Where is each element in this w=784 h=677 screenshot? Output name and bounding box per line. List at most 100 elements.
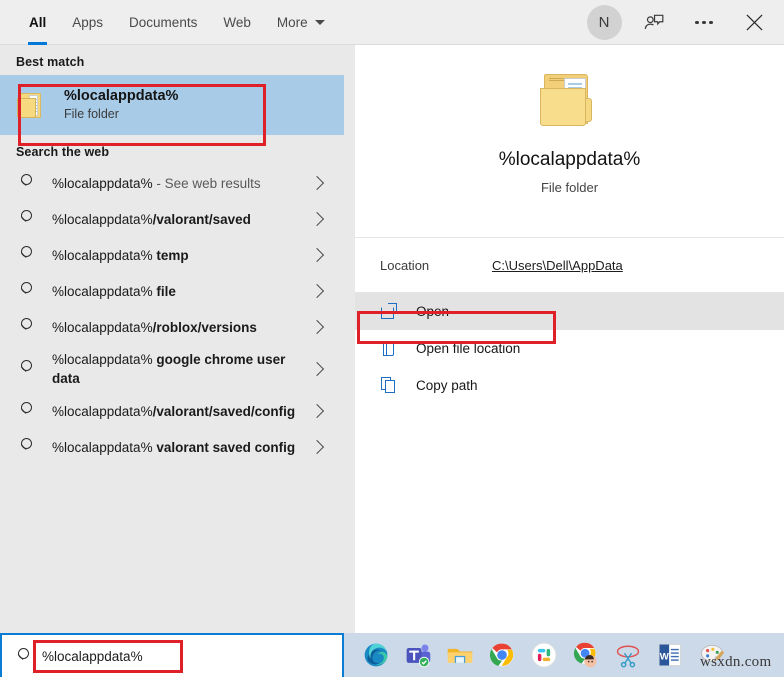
- search-icon: [16, 400, 38, 422]
- taskbar-search-box[interactable]: [0, 633, 344, 677]
- chevron-right-icon: [310, 284, 324, 298]
- web-result-item[interactable]: %localappdata% file: [0, 273, 344, 309]
- search-icon: [16, 358, 38, 380]
- tab-web-label: Web: [223, 15, 251, 30]
- chevron-right-icon: [310, 362, 324, 376]
- best-match-heading: Best match: [0, 45, 344, 75]
- chevron-right-icon: [310, 404, 324, 418]
- chevron-right-icon: [310, 176, 324, 190]
- web-result-suffix: valorant saved config: [153, 440, 296, 455]
- search-the-web-heading: Search the web: [0, 135, 344, 165]
- filter-tabs: All Apps Documents Web More: [16, 0, 338, 45]
- avatar: N: [587, 5, 622, 40]
- tab-more-label: More: [277, 15, 308, 30]
- search-icon: [14, 646, 34, 666]
- web-result-item[interactable]: %localappdata% temp: [0, 237, 344, 273]
- location-row: Location C:\Users\Dell\AppData: [355, 237, 784, 292]
- google-chrome-icon[interactable]: [488, 641, 516, 669]
- web-result-item[interactable]: %localappdata% - See web results: [0, 165, 344, 201]
- web-result-item[interactable]: %localappdata%/roblox/versions: [0, 309, 344, 345]
- folder-icon-large: [538, 70, 602, 128]
- search-icon: [16, 436, 38, 458]
- slack-icon[interactable]: [530, 641, 558, 669]
- search-icon: [16, 316, 38, 338]
- open-file-location-icon: [380, 339, 400, 359]
- windows-search-panel: All Apps Documents Web More N: [0, 0, 784, 633]
- web-results-list: %localappdata% - See web results%localap…: [0, 165, 344, 465]
- action-open-file-location-label: Open file location: [416, 341, 520, 356]
- chevron-down-icon: [315, 20, 325, 25]
- web-result-query: %localappdata%: [52, 404, 153, 419]
- web-result-item[interactable]: %localappdata%/valorant/saved/config: [0, 393, 344, 429]
- tab-documents[interactable]: Documents: [116, 0, 210, 45]
- search-icon: [16, 244, 38, 266]
- web-result-suffix: /valorant/saved: [153, 212, 251, 227]
- preview-pane: %localappdata% File folder Location C:\U…: [355, 45, 784, 633]
- ellipsis-icon[interactable]: [684, 3, 724, 43]
- web-result-label: %localappdata% temp: [52, 246, 312, 265]
- taskbar: W wsxdn.com: [0, 633, 784, 677]
- header-actions: N: [584, 0, 774, 45]
- web-result-item[interactable]: %localappdata% google chrome user data: [0, 345, 344, 393]
- action-open-label: Open: [416, 304, 449, 319]
- web-result-query: %localappdata%: [52, 440, 153, 455]
- web-result-label: %localappdata% file: [52, 282, 312, 301]
- taskbar-app-icons: W: [352, 633, 726, 677]
- search-input[interactable]: [42, 649, 242, 664]
- tab-apps[interactable]: Apps: [59, 0, 116, 45]
- microsoft-word-icon[interactable]: W: [656, 641, 684, 669]
- folder-icon: [16, 90, 48, 120]
- web-result-label: %localappdata% valorant saved config: [52, 438, 312, 457]
- action-open-file-location[interactable]: Open file location: [355, 330, 784, 367]
- search-icon: [16, 208, 38, 230]
- results-list: Best match %localappdata% File folder Se…: [0, 45, 344, 633]
- search-icon: [16, 280, 38, 302]
- web-result-query: %localappdata%: [52, 212, 153, 227]
- best-match-subtitle: File folder: [64, 106, 178, 123]
- account-button[interactable]: N: [584, 3, 624, 43]
- tab-all-label: All: [29, 15, 46, 30]
- web-result-label: %localappdata%/valorant/saved/config: [52, 402, 312, 421]
- close-icon[interactable]: [734, 3, 774, 43]
- web-result-query: %localappdata%: [52, 352, 153, 367]
- action-open[interactable]: Open: [355, 293, 784, 330]
- preview-hero: %localappdata% File folder: [355, 45, 784, 237]
- open-in-new-icon: [380, 302, 400, 322]
- web-result-query: %localappdata%: [52, 176, 153, 191]
- action-copy-path[interactable]: Copy path: [355, 367, 784, 404]
- tab-more[interactable]: More: [264, 0, 338, 45]
- location-link[interactable]: C:\Users\Dell\AppData: [492, 258, 623, 273]
- preview-actions: Open Open file location Copy path: [355, 292, 784, 404]
- web-result-suffix: /roblox/versions: [153, 320, 257, 335]
- tab-all[interactable]: All: [16, 0, 59, 45]
- web-result-item[interactable]: %localappdata%/valorant/saved: [0, 201, 344, 237]
- tab-apps-label: Apps: [72, 15, 103, 30]
- web-result-query: %localappdata%: [52, 248, 153, 263]
- search-filter-header: All Apps Documents Web More N: [0, 0, 784, 45]
- tab-documents-label: Documents: [129, 15, 197, 30]
- web-result-suffix: file: [153, 284, 176, 299]
- microsoft-edge-icon[interactable]: [362, 641, 390, 669]
- web-result-query: %localappdata%: [52, 320, 153, 335]
- web-result-suffix: /valorant/saved/config: [153, 404, 296, 419]
- action-copy-path-label: Copy path: [416, 378, 478, 393]
- chevron-right-icon: [310, 320, 324, 334]
- web-result-query: %localappdata%: [52, 284, 153, 299]
- chevron-right-icon: [310, 440, 324, 454]
- svg-text:W: W: [660, 651, 670, 662]
- microsoft-teams-icon[interactable]: [404, 641, 432, 669]
- web-result-label: %localappdata% google chrome user data: [52, 350, 312, 388]
- best-match-title: %localappdata%: [64, 87, 178, 105]
- snipping-tool-icon[interactable]: [614, 641, 642, 669]
- person-feedback-icon[interactable]: [634, 3, 674, 43]
- best-match-text: %localappdata% File folder: [64, 87, 178, 123]
- file-explorer-icon[interactable]: [446, 641, 474, 669]
- location-label: Location: [380, 258, 492, 273]
- google-chrome-profile-icon[interactable]: [572, 641, 600, 669]
- web-result-label: %localappdata%/valorant/saved: [52, 210, 312, 229]
- preview-subtitle: File folder: [541, 180, 598, 195]
- web-result-item[interactable]: %localappdata% valorant saved config: [0, 429, 344, 465]
- copy-path-icon: [380, 376, 400, 396]
- best-match-result[interactable]: %localappdata% File folder: [0, 75, 344, 135]
- tab-web[interactable]: Web: [210, 0, 264, 45]
